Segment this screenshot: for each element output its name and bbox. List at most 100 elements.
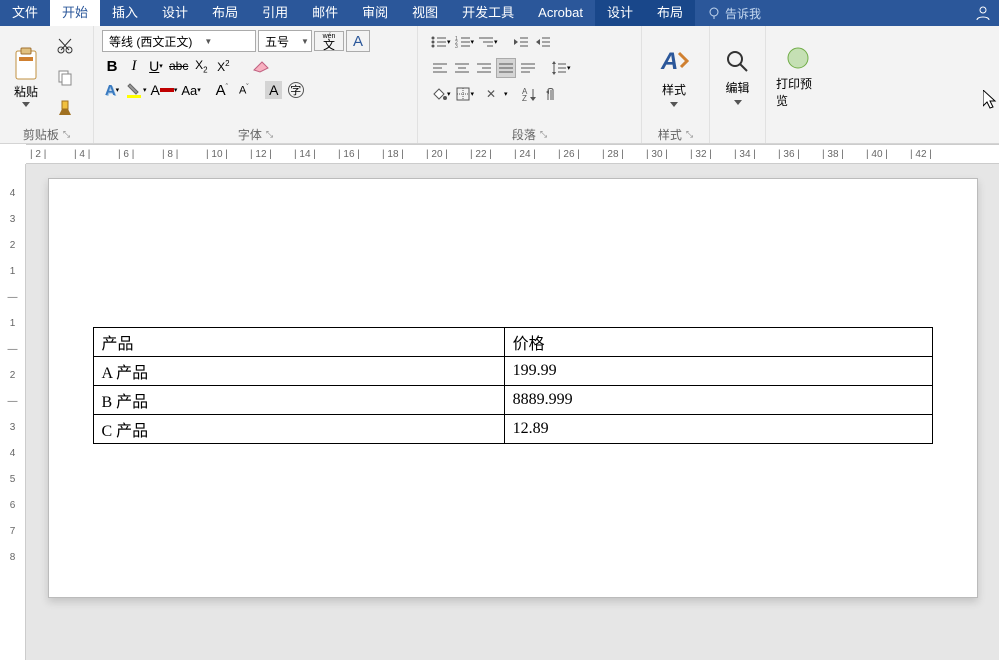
table-row[interactable]: 产品 价格 (93, 328, 932, 357)
clipboard-launcher[interactable]: ⤡ (63, 129, 70, 140)
user-button[interactable] (967, 5, 999, 21)
text-effects-button[interactable]: A▾ (102, 80, 122, 100)
numbering-button[interactable]: 123▾ (454, 32, 476, 52)
copy-button[interactable] (54, 66, 76, 88)
ruler-tick: 4 (10, 448, 16, 470)
enclose-char-button[interactable]: 字 (286, 80, 306, 100)
table-row[interactable]: A 产品 199.99 (93, 357, 932, 386)
char-shading-button[interactable]: A (264, 80, 284, 100)
multilevel-button[interactable]: ▾ (477, 32, 499, 52)
styles-icon: A (659, 47, 689, 77)
align-center-button[interactable] (452, 58, 472, 78)
clipboard-group-label: 剪贴板 (23, 126, 59, 143)
multilevel-icon (478, 35, 494, 49)
paragraph-group-label: 段落 (512, 126, 536, 143)
table-cell[interactable]: 199.99 (504, 357, 932, 386)
shading-button[interactable]: ▾ (430, 84, 452, 104)
superscript-button[interactable]: X2 (213, 56, 233, 76)
svg-text:A: A (660, 48, 678, 75)
font-family-combo[interactable]: 等线 (西文正文)▼ (102, 30, 256, 52)
ruler-tick: 3 (10, 214, 16, 236)
tell-me[interactable]: 告诉我 (695, 5, 773, 22)
indent-right-icon (535, 35, 551, 49)
sort-icon: AZ (521, 86, 537, 102)
align-left-button[interactable] (430, 58, 450, 78)
document-page[interactable]: 产品 价格 A 产品 199.99 B 产品 8889.999 C 产品 12.… (48, 178, 978, 598)
table-cell[interactable]: A 产品 (93, 357, 504, 386)
align-right-button[interactable] (474, 58, 494, 78)
highlight-button[interactable]: ▾ (124, 80, 148, 100)
font-size-combo[interactable]: 五号▼ (258, 30, 312, 52)
pilcrow-icon (543, 86, 559, 102)
bullets-icon (431, 35, 447, 49)
user-icon (975, 5, 991, 21)
tab-review[interactable]: 审阅 (350, 0, 400, 26)
print-preview-button[interactable]: 打印预览 (770, 28, 826, 125)
align-justify-button[interactable] (496, 58, 516, 78)
borders-button[interactable]: ▾ (454, 84, 476, 104)
paragraph-launcher[interactable]: ⤡ (540, 129, 547, 140)
strike-button[interactable]: abc (168, 56, 189, 76)
distribute-button[interactable] (518, 58, 538, 78)
grow-font-button[interactable]: Aˆ (212, 80, 232, 100)
table-cell[interactable]: B 产品 (93, 386, 504, 415)
horizontal-ruler[interactable]: L | 2 || 4 || 6 || 8 || 10 || 12 || 14 |… (26, 144, 999, 164)
ruler-tick: | 34 | (734, 149, 778, 160)
vertical-ruler[interactable]: 4321—1—2—345678 (0, 164, 26, 660)
ruler-tick: — (8, 396, 18, 418)
phonetic-guide-button[interactable]: wén文 (314, 31, 344, 51)
decrease-indent-button[interactable] (511, 32, 531, 52)
tab-file[interactable]: 文件 (0, 0, 50, 26)
tab-layout[interactable]: 布局 (200, 0, 250, 26)
line-spacing-icon (551, 60, 567, 76)
char-border-button[interactable]: A (346, 30, 370, 52)
font-color-button[interactable]: A▾ (150, 80, 179, 100)
paste-button[interactable]: 粘贴 (4, 28, 48, 125)
table-cell[interactable]: C 产品 (93, 415, 504, 444)
edit-button[interactable]: 编辑 (714, 28, 761, 125)
snap-button[interactable]: ✕▾ (485, 84, 509, 104)
show-marks-button[interactable] (541, 84, 561, 104)
tab-refs[interactable]: 引用 (250, 0, 300, 26)
tab-table-design[interactable]: 设计 (595, 0, 645, 26)
table-cell[interactable]: 8889.999 (504, 386, 932, 415)
ruler-tick: | 30 | (646, 149, 690, 160)
change-case-button[interactable]: Aa▾ (180, 80, 201, 100)
tab-acrobat[interactable]: Acrobat (526, 0, 595, 26)
cut-button[interactable] (54, 35, 76, 57)
shrink-font-button[interactable]: Aˇ (234, 80, 254, 100)
document-scroll[interactable]: 产品 价格 A 产品 199.99 B 产品 8889.999 C 产品 12.… (26, 164, 999, 660)
table-header-cell[interactable]: 价格 (504, 328, 932, 357)
table-row[interactable]: C 产品 12.89 (93, 415, 932, 444)
table-cell[interactable]: 12.89 (504, 415, 932, 444)
ruler-tick: — (8, 292, 18, 314)
tab-design[interactable]: 设计 (150, 0, 200, 26)
subscript-button[interactable]: X2 (191, 56, 211, 76)
font-launcher[interactable]: ⤡ (266, 129, 273, 140)
tab-table-layout[interactable]: 布局 (645, 0, 695, 26)
styles-launcher[interactable]: ⤡ (686, 129, 693, 140)
ruler-tick: | 2 | (30, 149, 74, 160)
tab-view[interactable]: 视图 (400, 0, 450, 26)
underline-button[interactable]: U▾ (146, 56, 166, 76)
line-spacing-button[interactable]: ▾ (550, 58, 572, 78)
italic-button[interactable]: I (124, 56, 144, 76)
borders-icon (455, 86, 471, 102)
table-header-cell[interactable]: 产品 (93, 328, 504, 357)
styles-button[interactable]: A 样式 (646, 28, 702, 125)
increase-indent-button[interactable] (533, 32, 553, 52)
tab-insert[interactable]: 插入 (100, 0, 150, 26)
tab-home[interactable]: 开始 (50, 0, 100, 26)
table-row[interactable]: B 产品 8889.999 (93, 386, 932, 415)
align-center-icon (454, 61, 470, 75)
snap-icon: ✕ (486, 86, 504, 102)
tab-mail[interactable]: 邮件 (300, 0, 350, 26)
tab-dev[interactable]: 开发工具 (450, 0, 526, 26)
document-table[interactable]: 产品 价格 A 产品 199.99 B 产品 8889.999 C 产品 12.… (93, 327, 933, 444)
format-painter-button[interactable] (54, 97, 76, 119)
sort-button[interactable]: AZ (519, 84, 539, 104)
bold-button[interactable]: B (102, 56, 122, 76)
bullets-button[interactable]: ▾ (430, 32, 452, 52)
clear-format-button[interactable] (249, 56, 271, 76)
bucket-icon (431, 86, 447, 102)
